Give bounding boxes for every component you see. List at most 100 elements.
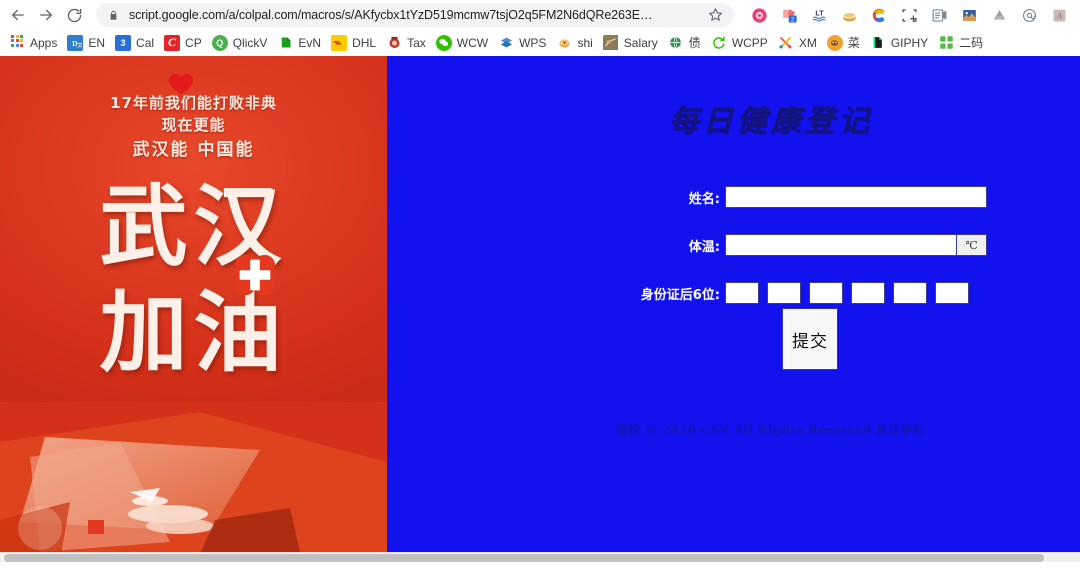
- svg-text:A: A: [1056, 11, 1062, 20]
- salary-icon: [603, 35, 619, 51]
- languagetool-extension-icon[interactable]: LT: [804, 2, 834, 28]
- screenshot-extension-icon[interactable]: [894, 2, 924, 28]
- name-input[interactable]: [725, 186, 987, 208]
- poster-slogan-line2: 加油: [99, 281, 288, 384]
- poster-slogan: 武汉 加油: [0, 174, 387, 386]
- bookmark-shi[interactable]: ¥ shi: [551, 32, 597, 54]
- name-label: 姓名:: [688, 191, 720, 207]
- bookmark-wps[interactable]: WPS: [493, 32, 551, 54]
- evernote-icon: [277, 35, 293, 51]
- acrobat-extension-icon[interactable]: A: [1044, 2, 1074, 28]
- id-digit-6[interactable]: [935, 282, 969, 304]
- bookmark-xm[interactable]: XM: [773, 32, 822, 54]
- bookmark-apps[interactable]: Apps: [4, 32, 62, 54]
- bookmark-wcpp[interactable]: WCPP: [706, 32, 773, 54]
- health-registration-form: 每日健康登记 姓名: 体温: ℃ 身份证后6位: 提交 版权 © 2020 CS…: [387, 56, 1080, 562]
- giphy-icon: [870, 35, 886, 51]
- colgate-icon: C: [164, 34, 181, 51]
- id-digit-4[interactable]: [851, 282, 885, 304]
- bookmark-wcw[interactable]: WCW: [431, 32, 493, 54]
- temperature-input[interactable]: [725, 234, 956, 256]
- colgate-letter: C: [168, 35, 177, 49]
- notes-extension-icon[interactable]: [924, 2, 954, 28]
- forward-arrow-icon: [37, 6, 55, 24]
- bookmark-label: 二码: [959, 36, 984, 50]
- forward-button[interactable]: [32, 2, 60, 28]
- image-extension-icon[interactable]: [954, 2, 984, 28]
- bookmark-evn[interactable]: EvN: [272, 32, 326, 54]
- bookmark-qlickv[interactable]: Q QlickV: [207, 32, 273, 54]
- bookmark-tax[interactable]: Tax: [381, 32, 431, 54]
- poster-abstract-shapes: [0, 402, 387, 562]
- honey-extension-icon[interactable]: [834, 2, 864, 28]
- reload-button[interactable]: [60, 2, 88, 28]
- bookmark-erma[interactable]: 二码: [933, 32, 988, 54]
- field-row-temperature: 体温: ℃: [387, 234, 1080, 256]
- bookmark-label: EvN: [298, 35, 322, 50]
- bookmark-zhai[interactable]: 债: [663, 32, 706, 54]
- bookmark-label: GIPHY: [890, 35, 929, 50]
- temperature-label: 体温:: [688, 239, 720, 255]
- camtasia-extension-icon[interactable]: [864, 2, 894, 28]
- lock-icon: [108, 9, 120, 22]
- globe-icon: [668, 35, 684, 51]
- back-arrow-icon: [9, 6, 27, 24]
- wps-icon: [498, 35, 514, 51]
- wechat-pay-icon: [711, 35, 727, 51]
- heart-icon: [168, 72, 194, 96]
- scrollbar-thumb[interactable]: [4, 554, 1044, 562]
- reload-icon: [66, 7, 83, 24]
- qrcode-icon: [938, 35, 954, 51]
- extension-icons: 2 LT A: [740, 2, 1074, 28]
- svg-text:¥: ¥: [563, 40, 566, 46]
- shi-money-icon: ¥: [556, 35, 572, 51]
- bookmark-giphy[interactable]: GIPHY: [865, 32, 933, 54]
- tax-icon: [386, 35, 402, 51]
- bookmark-label: Cal: [136, 35, 155, 50]
- bookmark-label: Salary: [623, 35, 658, 50]
- poster-headline-line2: 现在更能: [161, 116, 226, 134]
- field-row-name: 姓名:: [387, 186, 1080, 208]
- bookmark-star-icon[interactable]: [708, 7, 724, 23]
- bookmark-label: EN: [88, 35, 106, 50]
- translate-extension-icon[interactable]: 2: [774, 2, 804, 28]
- pocket-extension-icon[interactable]: [744, 2, 774, 28]
- bookmark-label: shi: [577, 35, 593, 50]
- bookmark-label: WPS: [519, 35, 547, 50]
- svg-text:2: 2: [791, 17, 794, 23]
- bookmark-label: WCPP: [731, 35, 768, 50]
- bookmark-label: XM: [798, 35, 817, 50]
- poster-headline: 17年前我们能打败非典 现在更能 武汉能 中国能: [0, 92, 387, 163]
- temperature-unit-label: ℃: [956, 234, 987, 256]
- bookmark-salary[interactable]: Salary: [598, 32, 663, 54]
- bookmark-cal[interactable]: 3 Cal: [110, 32, 159, 54]
- id-last6-boxes: [725, 282, 969, 304]
- field-row-id-last6: 身份证后6位:: [387, 282, 1080, 304]
- bookmark-dhl[interactable]: DHL: [326, 32, 381, 54]
- id-digit-2[interactable]: [767, 282, 801, 304]
- bookmark-label: QlickV: [232, 35, 268, 50]
- mail-extension-icon[interactable]: [1014, 2, 1044, 28]
- id-digit-3[interactable]: [809, 282, 843, 304]
- url-text: script.google.com/a/colpal.com/macros/s/…: [129, 8, 653, 22]
- bookmark-cai[interactable]: 菜: [822, 32, 865, 54]
- bookmark-en[interactable]: D文 EN: [62, 32, 110, 54]
- qlikview-icon: Q: [211, 34, 228, 51]
- drive-extension-icon[interactable]: [984, 2, 1014, 28]
- bookmark-label: Tax: [407, 35, 426, 50]
- id-digit-1[interactable]: [725, 282, 759, 304]
- id-digit-5[interactable]: [893, 282, 927, 304]
- submit-button[interactable]: 提交: [782, 308, 838, 370]
- back-button[interactable]: [4, 2, 32, 28]
- xm-scissors-icon: [778, 35, 794, 51]
- calendar-day-number: 3: [120, 37, 126, 48]
- bookmark-cp[interactable]: C CP: [159, 32, 207, 54]
- poster-slogan-line1: 武汉: [99, 175, 288, 278]
- bookmarks-bar: Apps D文 EN 3 Cal C CP Q QlickV: [0, 30, 1080, 56]
- horizontal-scrollbar[interactable]: [0, 552, 1080, 562]
- qlik-letter: Q: [216, 37, 224, 48]
- form-title: 每日健康登记: [668, 104, 873, 139]
- wuhan-poster-image: 17年前我们能打败非典 现在更能 武汉能 中国能 武汉 加油: [0, 56, 387, 562]
- svg-text:LT: LT: [815, 9, 824, 17]
- address-bar[interactable]: script.google.com/a/colpal.com/macros/s/…: [96, 3, 734, 27]
